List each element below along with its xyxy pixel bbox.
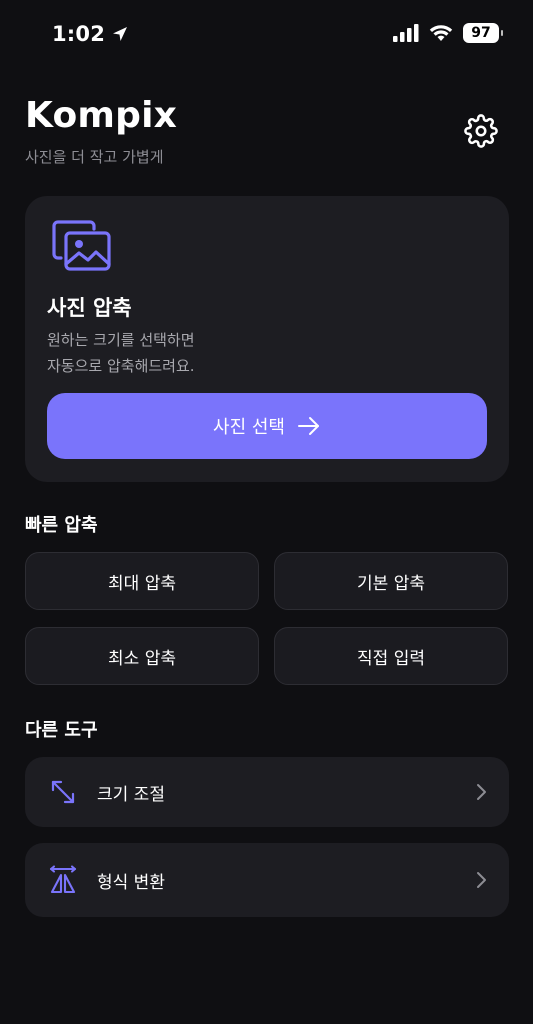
resize-tool-label: 크기 조절 xyxy=(97,784,165,805)
convert-tool-row[interactable]: 형식 변환 xyxy=(25,843,509,917)
status-time: 1:02 xyxy=(52,22,129,46)
wifi-icon xyxy=(429,25,453,41)
hero-description: 원하는 크기를 선택하면 자동으로 압축해드려요. xyxy=(47,327,195,379)
default-compress-label: 기본 압축 xyxy=(357,573,425,594)
location-arrow-icon xyxy=(113,27,128,41)
status-bar: 1:02 97 xyxy=(0,0,533,70)
select-photo-button[interactable]: 사진 선택 xyxy=(47,393,487,459)
convert-icon xyxy=(47,864,79,896)
hero-desc-line1: 원하는 크기를 선택하면 xyxy=(47,331,195,349)
battery-level: 97 xyxy=(471,25,491,41)
other-tools-title: 다른 도구 xyxy=(25,720,98,741)
photos-icon xyxy=(52,220,112,276)
select-photo-label: 사진 선택 xyxy=(213,417,285,438)
arrow-right-icon xyxy=(297,417,319,435)
settings-button[interactable] xyxy=(461,111,501,151)
status-time-text: 1:02 xyxy=(52,22,106,46)
status-indicators: 97 xyxy=(393,23,503,43)
compress-photo-card: 사진 압축 원하는 크기를 선택하면 자동으로 압축해드려요. 사진 선택 xyxy=(25,196,509,482)
resize-icon xyxy=(47,776,79,808)
cellular-signal-icon xyxy=(393,24,419,42)
quick-compress-title: 빠른 압축 xyxy=(25,515,98,536)
max-compress-label: 최대 압축 xyxy=(108,573,176,594)
max-compress-button[interactable]: 최대 압축 xyxy=(25,552,259,610)
hero-desc-line2: 자동으로 압축해드려요. xyxy=(47,357,195,375)
min-compress-label: 최소 압축 xyxy=(108,648,176,669)
hero-title: 사진 압축 xyxy=(47,296,132,320)
custom-input-label: 직접 입력 xyxy=(357,648,425,669)
custom-input-button[interactable]: 직접 입력 xyxy=(274,627,508,685)
app-subtitle: 사진을 더 작고 가볍게 xyxy=(25,148,164,166)
min-compress-button[interactable]: 최소 압축 xyxy=(25,627,259,685)
chevron-right-icon xyxy=(475,783,487,801)
default-compress-button[interactable]: 기본 압축 xyxy=(274,552,508,610)
battery-indicator: 97 xyxy=(463,23,503,43)
gear-icon xyxy=(464,114,498,148)
resize-tool-row[interactable]: 크기 조절 xyxy=(25,757,509,827)
app-title: Kompix xyxy=(25,95,178,136)
chevron-right-icon xyxy=(475,871,487,889)
convert-tool-label: 형식 변환 xyxy=(97,872,165,893)
